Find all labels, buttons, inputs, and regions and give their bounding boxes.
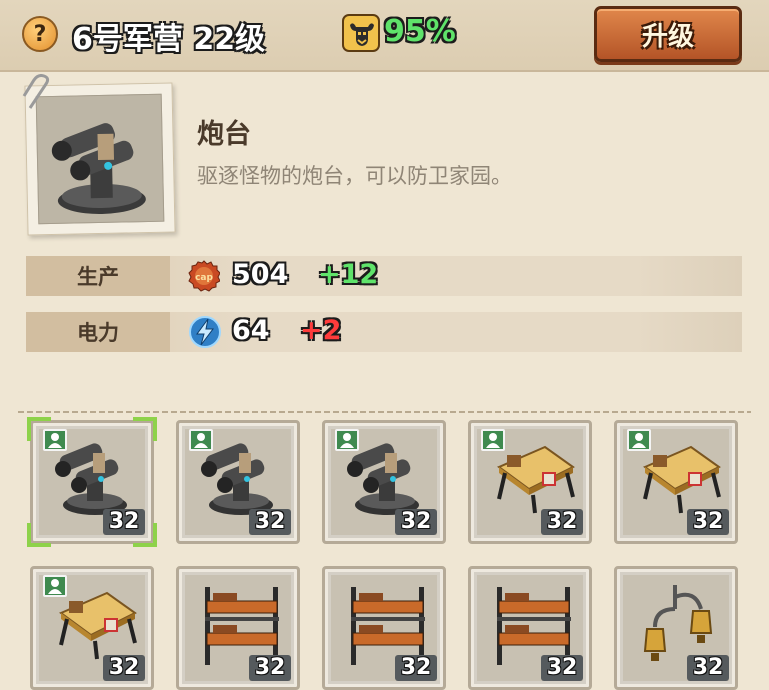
selection-corner	[27, 417, 51, 441]
help-icon: ?	[33, 21, 47, 47]
facility-slot-turret[interactable]: 32	[27, 417, 157, 547]
facility-slot-turret[interactable]: 32	[322, 420, 446, 544]
assigned-worker-icon	[627, 429, 651, 451]
facility-slot-bunk-bed[interactable]: 32	[322, 566, 446, 690]
barracks-title: 6号军营 22级	[72, 22, 266, 57]
selection-corner	[27, 523, 51, 547]
production-value: 504	[232, 259, 289, 290]
morale-percent: 95%	[384, 14, 456, 49]
top-bar: ? 6号军营 22级 95% 升级	[0, 0, 769, 72]
production-delta: +12	[318, 259, 379, 290]
assigned-worker-icon	[43, 575, 67, 597]
facility-slot-lantern[interactable]: 32	[614, 566, 738, 690]
help-button[interactable]: ?	[22, 16, 58, 52]
facility-slot-workbench[interactable]: 32	[614, 420, 738, 544]
slot-level-badge: 32	[395, 655, 437, 681]
facility-slot-bunk-bed[interactable]: 32	[176, 566, 300, 690]
facility-slot-workbench[interactable]: 32	[468, 420, 592, 544]
upgrade-button[interactable]: 升级	[594, 6, 742, 62]
power-delta: +2	[300, 315, 342, 346]
building-name: 炮台	[197, 119, 251, 150]
slot-level-badge: 32	[249, 509, 291, 535]
selection-corner	[133, 417, 157, 441]
assigned-worker-icon	[335, 429, 359, 451]
turret-icon	[51, 123, 146, 214]
slot-level-badge: 32	[395, 509, 437, 535]
svg-text:cap: cap	[195, 273, 213, 283]
building-description: 驱逐怪物的炮台，可以防卫家园。	[197, 164, 512, 188]
facility-slot-workbench[interactable]: 32	[30, 566, 154, 690]
power-row: 电力 64 +2	[26, 312, 742, 352]
production-label: 生产	[26, 256, 170, 296]
section-divider	[18, 411, 751, 413]
production-row: 生产 cap 504 +12	[26, 256, 742, 296]
slot-level-badge: 32	[541, 509, 583, 535]
slot-level-badge: 32	[541, 655, 583, 681]
bull-head-icon	[342, 14, 380, 52]
slot-level-badge: 32	[687, 509, 729, 535]
slot-level-badge: 32	[687, 655, 729, 681]
slot-level-badge: 32	[103, 655, 145, 681]
slot-level-badge: 32	[249, 655, 291, 681]
power-value: 64	[232, 315, 270, 346]
assigned-worker-icon	[189, 429, 213, 451]
bottle-cap-icon: cap	[188, 260, 220, 292]
lightning-icon	[189, 316, 221, 348]
paper-clip-icon	[22, 74, 50, 109]
facility-slot-bunk-bed[interactable]: 32	[468, 566, 592, 690]
upgrade-button-label: 升级	[641, 21, 694, 52]
selection-corner	[133, 523, 157, 547]
facility-slot-turret[interactable]: 32	[176, 420, 300, 544]
power-label: 电力	[26, 312, 170, 352]
assigned-worker-icon	[481, 429, 505, 451]
